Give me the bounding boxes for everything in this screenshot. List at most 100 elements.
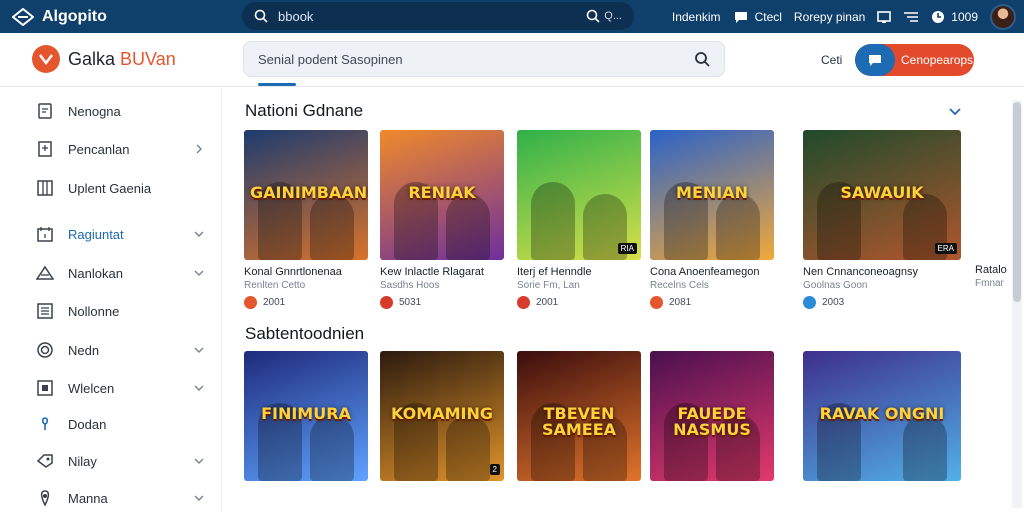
- game-card[interactable]: MENIAN Cona Anoenfeamegon Recelns Cels 2081: [650, 130, 774, 309]
- game-card[interactable]: TBEVEN SAMEEA: [517, 351, 641, 481]
- sidebar-item-label: Uplent Gaenia: [68, 180, 152, 196]
- search-shortcut: Q...: [604, 10, 622, 22]
- chevron-right-icon: [196, 144, 202, 154]
- card-meta: 2001: [244, 296, 368, 309]
- top-link-1[interactable]: Indenkim: [672, 10, 721, 24]
- game-card[interactable]: RIA Iterj ef Henndle Sorie Fm, Lan 2001: [517, 130, 641, 309]
- chevron-down-icon: [194, 458, 204, 464]
- monitor-icon[interactable]: [877, 10, 892, 24]
- game-card[interactable]: SAWAUIK ERA Nen Cnnanconeoagnsy Goolnas Goo…: [803, 130, 961, 309]
- search-icon: [254, 9, 268, 23]
- game-thumbnail[interactable]: FAUEDE NASMUS: [650, 351, 774, 481]
- clock-icon: [932, 10, 945, 23]
- site-header: Galka BUVan Senial podent Sasopinen Ceti…: [0, 33, 1024, 87]
- list-icon: [36, 302, 54, 320]
- main-search-placeholder: Senial podent Sasopinen: [258, 51, 403, 67]
- card-name: Nen Cnnanconeoagnsy: [803, 266, 918, 278]
- card-subtitle: Renlten Cetto: [244, 280, 306, 291]
- game-thumbnail[interactable]: RIA: [517, 130, 641, 260]
- game-logo-art: RENIAK: [408, 182, 476, 202]
- target-icon: [36, 341, 54, 359]
- game-thumbnail[interactable]: SAWAUIK ERA: [803, 130, 961, 260]
- sidebar-item-3[interactable]: Uplent Gaenia: [0, 172, 222, 204]
- game-card[interactable]: RAVAK ONGNI: [803, 351, 961, 481]
- search-icon[interactable]: [694, 51, 710, 67]
- game-card[interactable]: RENIAK Kew Inlactle Rlagarat Sasdhs Hoos 50…: [380, 130, 504, 309]
- main-search-input[interactable]: Senial podent Sasopinen: [243, 41, 725, 77]
- book-icon: [36, 140, 54, 158]
- frame-icon: [36, 379, 54, 397]
- top-link-3[interactable]: Rorepy pinan: [794, 10, 865, 24]
- sidebar-item-8[interactable]: Wlelcen: [0, 372, 222, 404]
- site-name-accent: BUVan: [120, 48, 176, 69]
- cta-button[interactable]: Cenopearops: [855, 44, 974, 76]
- sidebar-item-10[interactable]: Nilay: [0, 445, 222, 477]
- card-meta: 2001: [517, 296, 641, 309]
- tag-icon: [36, 452, 54, 470]
- sidebar-item-5[interactable]: Nanlokan: [0, 257, 222, 289]
- game-thumbnail[interactable]: RENIAK: [380, 130, 504, 260]
- sidebar-item-1[interactable]: Nenogna: [0, 95, 222, 127]
- game-logo-art: GAINIMBAANK: [250, 182, 368, 202]
- game-thumbnail[interactable]: RAVAK ONGNI: [803, 351, 961, 481]
- character-silhouette: [310, 415, 354, 481]
- character-silhouette: [903, 415, 947, 481]
- user-avatar[interactable]: [990, 3, 1016, 30]
- publisher-icon: [380, 296, 393, 309]
- sidebar-item-label: Nollonne: [68, 303, 120, 319]
- notification-count[interactable]: 1009: [931, 10, 978, 24]
- warning-icon: [36, 264, 54, 282]
- user-icon: [36, 415, 54, 433]
- site-logo[interactable]: Galka BUVan: [32, 45, 176, 73]
- character-silhouette: [716, 194, 760, 260]
- scrollbar-thumb[interactable]: [1013, 102, 1021, 302]
- chevron-down-icon[interactable]: [947, 103, 963, 119]
- card-year: 5031: [399, 297, 422, 308]
- search-submit-icon[interactable]: [586, 9, 600, 23]
- game-thumbnail[interactable]: TBEVEN SAMEEA: [517, 351, 641, 481]
- game-card[interactable]: FAUEDE NASMUS: [650, 351, 774, 481]
- character-silhouette: [531, 182, 575, 260]
- sidebar-item-label: Nedn: [68, 342, 100, 358]
- game-thumbnail[interactable]: FINIMURA: [244, 351, 368, 481]
- game-thumbnail[interactable]: GAINIMBAANK: [244, 130, 368, 260]
- rating-badge: 2: [489, 464, 500, 475]
- sidebar-item-label: Ragiuntat: [68, 226, 124, 242]
- game-card[interactable]: KOMAMING 2: [380, 351, 504, 481]
- brand-logo-icon: [12, 7, 34, 26]
- game-thumbnail[interactable]: MENIAN: [650, 130, 774, 260]
- sidebar-item-11[interactable]: Manna: [0, 482, 222, 512]
- publisher-icon: [650, 296, 663, 309]
- menu-icon[interactable]: [903, 10, 919, 24]
- site-logo-mark-icon: [32, 45, 60, 73]
- active-tab-indicator: [258, 83, 296, 86]
- game-thumbnail[interactable]: KOMAMING 2: [380, 351, 504, 481]
- publisher-icon: [803, 296, 816, 309]
- brand[interactable]: Algopito: [0, 7, 240, 26]
- sidebar-item-9[interactable]: Dodan: [0, 408, 222, 440]
- header-link[interactable]: Ceti: [821, 53, 842, 67]
- top-search-bar[interactable]: bbook Q...: [242, 2, 634, 30]
- game-card[interactable]: GAINIMBAANK Konal Gnnrtlonenaa Renlten Cet…: [244, 130, 368, 309]
- sidebar-item-2[interactable]: Pencanlan: [0, 133, 222, 165]
- sidebar-item-6[interactable]: Nollonne: [0, 295, 222, 327]
- card-name: Kew Inlactle Rlagarat: [380, 266, 484, 278]
- scrollbar[interactable]: [1012, 100, 1022, 508]
- publisher-icon: [517, 296, 530, 309]
- document-icon: [36, 102, 54, 120]
- game-card[interactable]: FINIMURA: [244, 351, 368, 481]
- calendar-icon: [36, 225, 54, 243]
- grid-icon: [36, 179, 54, 197]
- card-meta: 5031: [380, 296, 504, 309]
- chevron-down-icon: [194, 385, 204, 391]
- partial-card[interactable]: Ratalo Fmnar: [975, 264, 1011, 289]
- chevron-down-icon: [194, 231, 204, 237]
- card-year: 2001: [263, 297, 286, 308]
- cta-label: Cenopearops: [901, 53, 974, 67]
- sidebar-item-label: Manna: [68, 490, 108, 506]
- sidebar-item-7[interactable]: Nedn: [0, 334, 222, 366]
- notification-count-value: 1009: [951, 9, 978, 24]
- sidebar: Nenogna Pencanlan Uplent Gaenia Ragiunta…: [0, 88, 222, 512]
- sidebar-item-4[interactable]: Ragiuntat: [0, 218, 222, 250]
- top-link-2[interactable]: Ctecl: [733, 10, 782, 24]
